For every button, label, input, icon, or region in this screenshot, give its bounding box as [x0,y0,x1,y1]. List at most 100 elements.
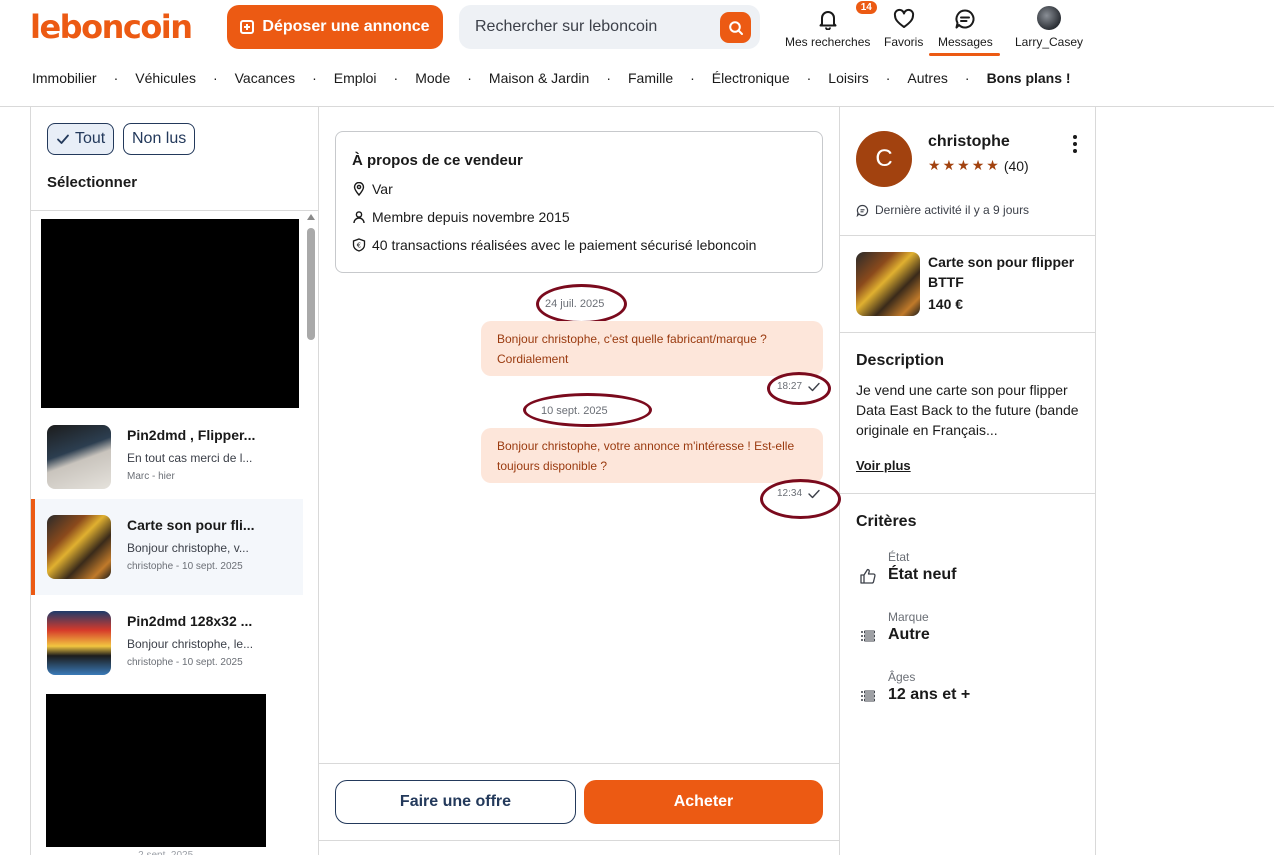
conversation-meta-partial: ... 2 sept. 2025 [127,850,193,855]
select-conversations-button[interactable]: Sélectionner [47,174,137,191]
criteria-value: Autre [888,626,930,643]
conversation-thumbnail [47,515,111,579]
category-maison-jardin[interactable]: Maison & Jardin [489,70,589,86]
list-icon [861,630,875,642]
conversation-preview: Bonjour christophe, v... [127,541,249,555]
star-icon: ★ [942,157,956,173]
seller-rating[interactable]: ★ ★ ★ ★ ★ (40) [928,157,1029,174]
category-vacances[interactable]: Vacances [235,70,295,86]
message-bubble-sent: Bonjour christophe, c'est quelle fabrica… [481,321,823,376]
check-icon [57,134,69,144]
rating-count: (40) [1003,157,1029,174]
criteria-item-ages: Âges 12 ans et + [856,670,1086,720]
bell-icon [819,11,837,30]
category-bons-plans[interactable]: Bons plans ! [987,70,1071,86]
description-text: Je vend une carte son pour flipper Data … [856,382,1079,438]
filter-unread-label: Non lus [132,130,187,147]
search-button[interactable] [720,12,751,43]
list-icon [861,690,875,702]
scroll-up-arrow-icon[interactable] [307,214,315,220]
ad-details-panel: C christophe ★ ★ ★ ★ ★ (40) Dernière act… [840,107,1096,855]
vendor-card-title: À propos de ce vendeur [352,152,523,169]
star-icon: ★ [928,157,941,173]
filter-all-label: Tout [75,130,106,147]
filter-unread-chip[interactable]: Non lus [123,123,196,155]
conversation-item[interactable]: Pin2dmd , Flipper... En tout cas merci d… [31,409,303,505]
conversation-preview: Bonjour christophe, le... [127,637,254,651]
heart-icon [893,8,914,28]
seller-name[interactable]: christophe [928,133,1010,151]
user-icon [353,211,365,224]
active-tab-indicator [929,53,1000,56]
category-autres[interactable]: Autres [907,70,947,86]
filter-all-chip[interactable]: Tout [47,123,115,155]
redacted-conversation [41,219,299,408]
star-icon: ★ [986,157,999,173]
conversation-meta: Marc - hier [127,471,175,482]
header: leboncoin Déposer une annonce 14 Mes rec… [0,0,1274,107]
category-emploi[interactable]: Emploi [334,70,377,86]
product-thumbnail[interactable] [856,252,920,316]
divider [319,763,839,764]
chat-bubble-icon [856,204,869,217]
criteria-key: Marque [888,610,929,624]
conversation-title: Carte son pour fli... [127,517,255,533]
secure-euro-shield-icon: € [352,238,366,252]
search-input[interactable] [475,5,715,49]
conversation-panel: À propos de ce vendeur Var Membre depuis… [319,107,841,855]
nav-messages[interactable]: Messages [938,4,993,56]
product-title[interactable]: Carte son pour flipper BTTF [928,252,1088,292]
vendor-transactions: € 40 transactions réalisées avec le paie… [352,237,756,253]
category-loisirs[interactable]: Loisirs [828,70,868,86]
category-mode[interactable]: Mode [415,70,450,86]
vendor-location: Var [352,181,393,197]
star-icon: ★ [971,157,985,173]
product-price: 140 € [928,296,964,312]
nav-messages-label: Messages [938,35,993,49]
leboncoin-logo[interactable]: leboncoin [30,8,193,46]
category-electronique[interactable]: Électronique [712,70,790,86]
conversation-thumbnail [47,611,111,675]
criteria-key: État [888,550,910,564]
message-bubble-icon [955,9,975,29]
nav-user-account[interactable]: Larry_Casey [1015,4,1083,56]
category-immobilier[interactable]: Immobilier [32,70,97,86]
message-date-separator: 10 sept. 2025 [541,405,608,417]
conversation-thumbnail [47,425,111,489]
conversation-title: Pin2dmd 128x32 ... [127,613,253,629]
scroll-thumb[interactable] [307,228,315,340]
search-icon [728,20,743,35]
category-vehicules[interactable]: Véhicules [135,70,196,86]
conversation-meta: christophe - 10 sept. 2025 [127,561,243,572]
conversation-item-active[interactable]: Carte son pour fli... Bonjour christophe… [31,499,303,595]
post-ad-button[interactable]: Déposer une annonce [227,5,443,49]
buy-button[interactable]: Acheter [584,780,823,824]
conversation-item[interactable]: Pin2dmd 128x32 ... Bonjour christophe, l… [31,595,303,691]
make-offer-button[interactable]: Faire une offre [335,780,576,824]
nav-favorites[interactable]: Favoris [884,4,923,56]
user-avatar [1037,6,1062,30]
category-famille[interactable]: Famille [628,70,673,86]
message-time: 12:34 [777,488,820,499]
message-bubble-sent: Bonjour christophe, votre annonce m'inté… [481,428,823,483]
searches-badge: 14 [853,0,879,16]
divider [840,332,1095,333]
plus-square-icon [240,20,255,34]
more-options-kebab-icon[interactable] [1072,135,1078,155]
see-more-link[interactable]: Voir plus [856,458,911,473]
criteria-item-condition: État État neuf [856,550,1086,600]
criteria-value: État neuf [888,566,957,583]
seller-avatar[interactable]: C [856,131,912,187]
description-title: Description [856,352,945,369]
conversation-title: Pin2dmd , Flipper... [127,427,256,443]
criteria-item-brand: Marque Autre [856,610,1086,660]
post-ad-label: Déposer une annonce [262,18,430,35]
conversation-list-scrollbar[interactable] [306,214,316,854]
annotation-ellipse [760,479,841,519]
nav-user-label: Larry_Casey [1015,35,1084,49]
nav-my-searches[interactable]: 14 Mes recherches [785,0,879,56]
divider [840,235,1095,236]
conversation-list-panel: Tout Non lus Sélectionner Pin2dmd , Flip… [30,107,319,855]
thumbs-up-icon [860,568,876,584]
message-date-separator: 24 juil. 2025 [545,298,605,310]
